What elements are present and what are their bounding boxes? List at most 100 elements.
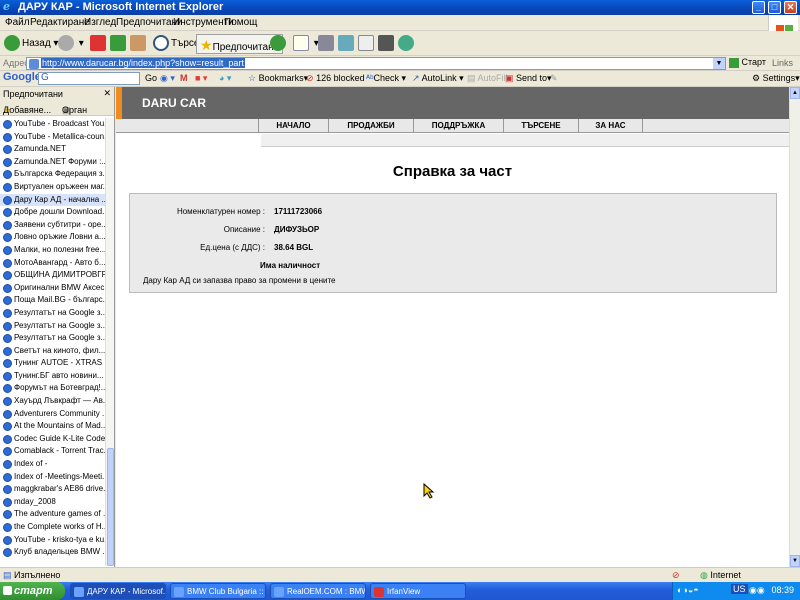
favorite-item[interactable]: Index of - [0,458,105,471]
web-page: DARU CAR НАЧАЛО ПРОДАЖБИ ПОДДРЪЖКА ТЪРСЕ… [116,87,789,567]
favorite-item[interactable]: Zamunda.NET Форуми :... [0,156,105,169]
favorite-item[interactable]: Добре дошли Download... [0,206,105,219]
address-input[interactable]: http://www.darucar.bg/index.php?show=res… [26,57,726,70]
menu-file[interactable]: Файл [5,17,30,28]
google-logo[interactable]: Google [3,71,41,83]
favorite-item[interactable]: Adventurers Community ... [0,408,105,421]
menu-edit[interactable]: Редактиране [30,17,90,28]
favorite-item[interactable]: Ловно оръжие Ловни а... [0,231,105,244]
favorite-item[interactable]: Оригинални BMW Аксес... [0,282,105,295]
edit-button[interactable] [338,34,356,54]
refresh-button[interactable] [110,34,128,54]
site-logo[interactable]: DARU CAR [142,96,206,110]
status-zone: ◍ Internet [700,570,741,580]
language-indicator[interactable]: US [731,584,748,594]
close-button[interactable]: ✕ [784,1,797,14]
autofill-button[interactable]: ▤ AutoFill [467,73,508,84]
favorite-item[interactable]: Виртуален оръжеен маг... [0,181,105,194]
favorite-item[interactable]: Форумът на Ботевград!... [0,382,105,395]
menu-help[interactable]: Помощ [224,17,257,28]
history-button[interactable] [270,34,288,54]
page-scrollbar[interactable]: ▲ ▼ [789,87,800,567]
mail-button[interactable]: ▾ [293,34,319,54]
favorite-item[interactable]: Поща Mail.BG - българс... [0,294,105,307]
google-chat-icon[interactable]: ◕ ▾ [219,73,231,84]
sidebar-scroll-thumb[interactable] [107,448,114,566]
stop-button[interactable] [90,34,108,54]
favorite-item[interactable]: Малки, но полезни free... [0,244,105,257]
start-flag-icon [3,586,12,595]
sidebar-close-icon[interactable]: ✕ [103,88,111,99]
maximize-button[interactable]: □ [768,1,781,14]
tray-extra-icons[interactable]: ◉◉ [749,585,765,596]
go-button[interactable]: Старт [729,57,766,68]
google-news-icon[interactable]: ◉ ▾ [160,73,175,84]
task-realoem[interactable]: RealOEM.COM : BMW... [270,583,366,599]
start-button[interactable]: старт [0,582,65,600]
favorite-item[interactable]: ОБЩИНА ДИМИТРОВГРАД [0,269,105,282]
spellcheck-button[interactable]: ᴬᵇCheck ▾ [366,73,406,84]
favorite-item[interactable]: Тунинг AUTOE - XTRAS ... [0,357,105,370]
research-button[interactable] [378,34,396,54]
nav-search[interactable]: ТЪРСЕНЕ [503,119,578,133]
favorite-item[interactable]: mday_2008 [0,496,105,509]
favorite-item[interactable]: The adventure games of ... [0,508,105,521]
favorite-label: Codec Guide K-Lite Code... [14,433,105,443]
task-irfanview[interactable]: IrfanView [370,583,466,599]
google-go-button[interactable]: Go [145,73,157,83]
menu-view[interactable]: Изглед [84,17,116,28]
sendto-button[interactable]: ▣ Send to▾ [505,73,552,84]
favorite-item[interactable]: Дару Кар АД - начална ... [0,193,105,207]
favorite-item[interactable]: Клуб владельцев BMW ... [0,546,105,559]
favorite-item[interactable]: At the Mountains of Mad... [0,420,105,433]
favorite-item[interactable]: Резултатът на Google з... [0,307,105,320]
favorite-item[interactable]: YouTube - Broadcast You... [0,118,105,131]
home-button[interactable] [130,34,148,54]
address-dropdown-icon[interactable]: ▼ [713,58,725,69]
favorite-item[interactable]: Index of -Meetings-Meeti... [0,471,105,484]
nav-sales[interactable]: ПРОДАЖБИ [328,119,413,133]
favorite-item[interactable]: Резултатът на Google з... [0,320,105,333]
google-apps-icon[interactable]: ■ ▾ [195,73,207,84]
task-bmw-club[interactable]: BMW Club Bulgaria :: ... [170,583,266,599]
minimize-button[interactable]: _ [752,1,765,14]
favorite-item[interactable]: Codec Guide K-Lite Code... [0,433,105,446]
search-icon [153,35,169,52]
forward-button[interactable]: ▾ [58,34,84,54]
sidebar-scrollbar[interactable] [105,118,114,566]
google-search-input[interactable]: G [38,72,140,85]
gmail-icon[interactable]: M [180,73,188,83]
description-value: ДИФУЗЬОР [274,225,320,234]
scroll-up-icon[interactable]: ▲ [790,87,800,99]
autolink-button[interactable]: ↗ AutoLink ▾ [412,73,464,84]
favorite-item[interactable]: Българска Федерация з... [0,168,105,181]
favorite-item[interactable]: Zamunda.NET [0,143,105,156]
nav-home[interactable]: НАЧАЛО [258,119,328,133]
favorite-item[interactable]: Хауърд Лъвкрафт — Ав... [0,395,105,408]
back-button[interactable]: Назад ▾ [4,34,58,54]
links-button[interactable]: Links [772,58,793,68]
tray-icons[interactable]: ◐◑◒◓ [677,585,699,595]
favorite-item[interactable]: Заявени субтитри - ope... [0,219,105,232]
popup-blocker-button[interactable]: ⊘ 126 blocked [306,73,365,84]
task-ie-darucar[interactable]: ДАРУ КАР - Microsof... [70,583,166,599]
nav-support[interactable]: ПОДДРЪЖКА [413,119,503,133]
favorite-item[interactable]: Тунинг.БГ авто новини... [0,370,105,383]
favorite-item[interactable]: YouTube - Metallica-coun... [0,131,105,144]
favorite-item[interactable]: Светът на киното, фил... [0,345,105,358]
favorite-item[interactable]: Comablack - Torrent Trac... [0,445,105,458]
settings-button[interactable]: ⚙ Settings▾ [752,73,800,84]
messenger-button[interactable] [398,34,416,54]
favorite-item[interactable]: maggkrabar's AE86 drive... [0,483,105,496]
favorite-item[interactable]: Резултатът на Google з... [0,332,105,345]
scroll-down-icon[interactable]: ▼ [790,555,800,567]
highlight-icon[interactable]: ✎ [550,73,558,84]
favorite-item[interactable]: the Complete works of H... [0,521,105,534]
favorite-label: Тунинг AUTOE - XTRAS ... [14,358,105,368]
nav-about[interactable]: ЗА НАС [578,119,643,133]
favorite-item[interactable]: МотоАвангард - Авто б... [0,257,105,270]
print-button[interactable] [318,34,336,54]
bookmarks-button[interactable]: ☆ Bookmarks▾ [248,73,308,84]
discuss-button[interactable] [358,34,376,54]
favorite-item[interactable]: YouTube - krisko-tya e ku... [0,534,105,547]
